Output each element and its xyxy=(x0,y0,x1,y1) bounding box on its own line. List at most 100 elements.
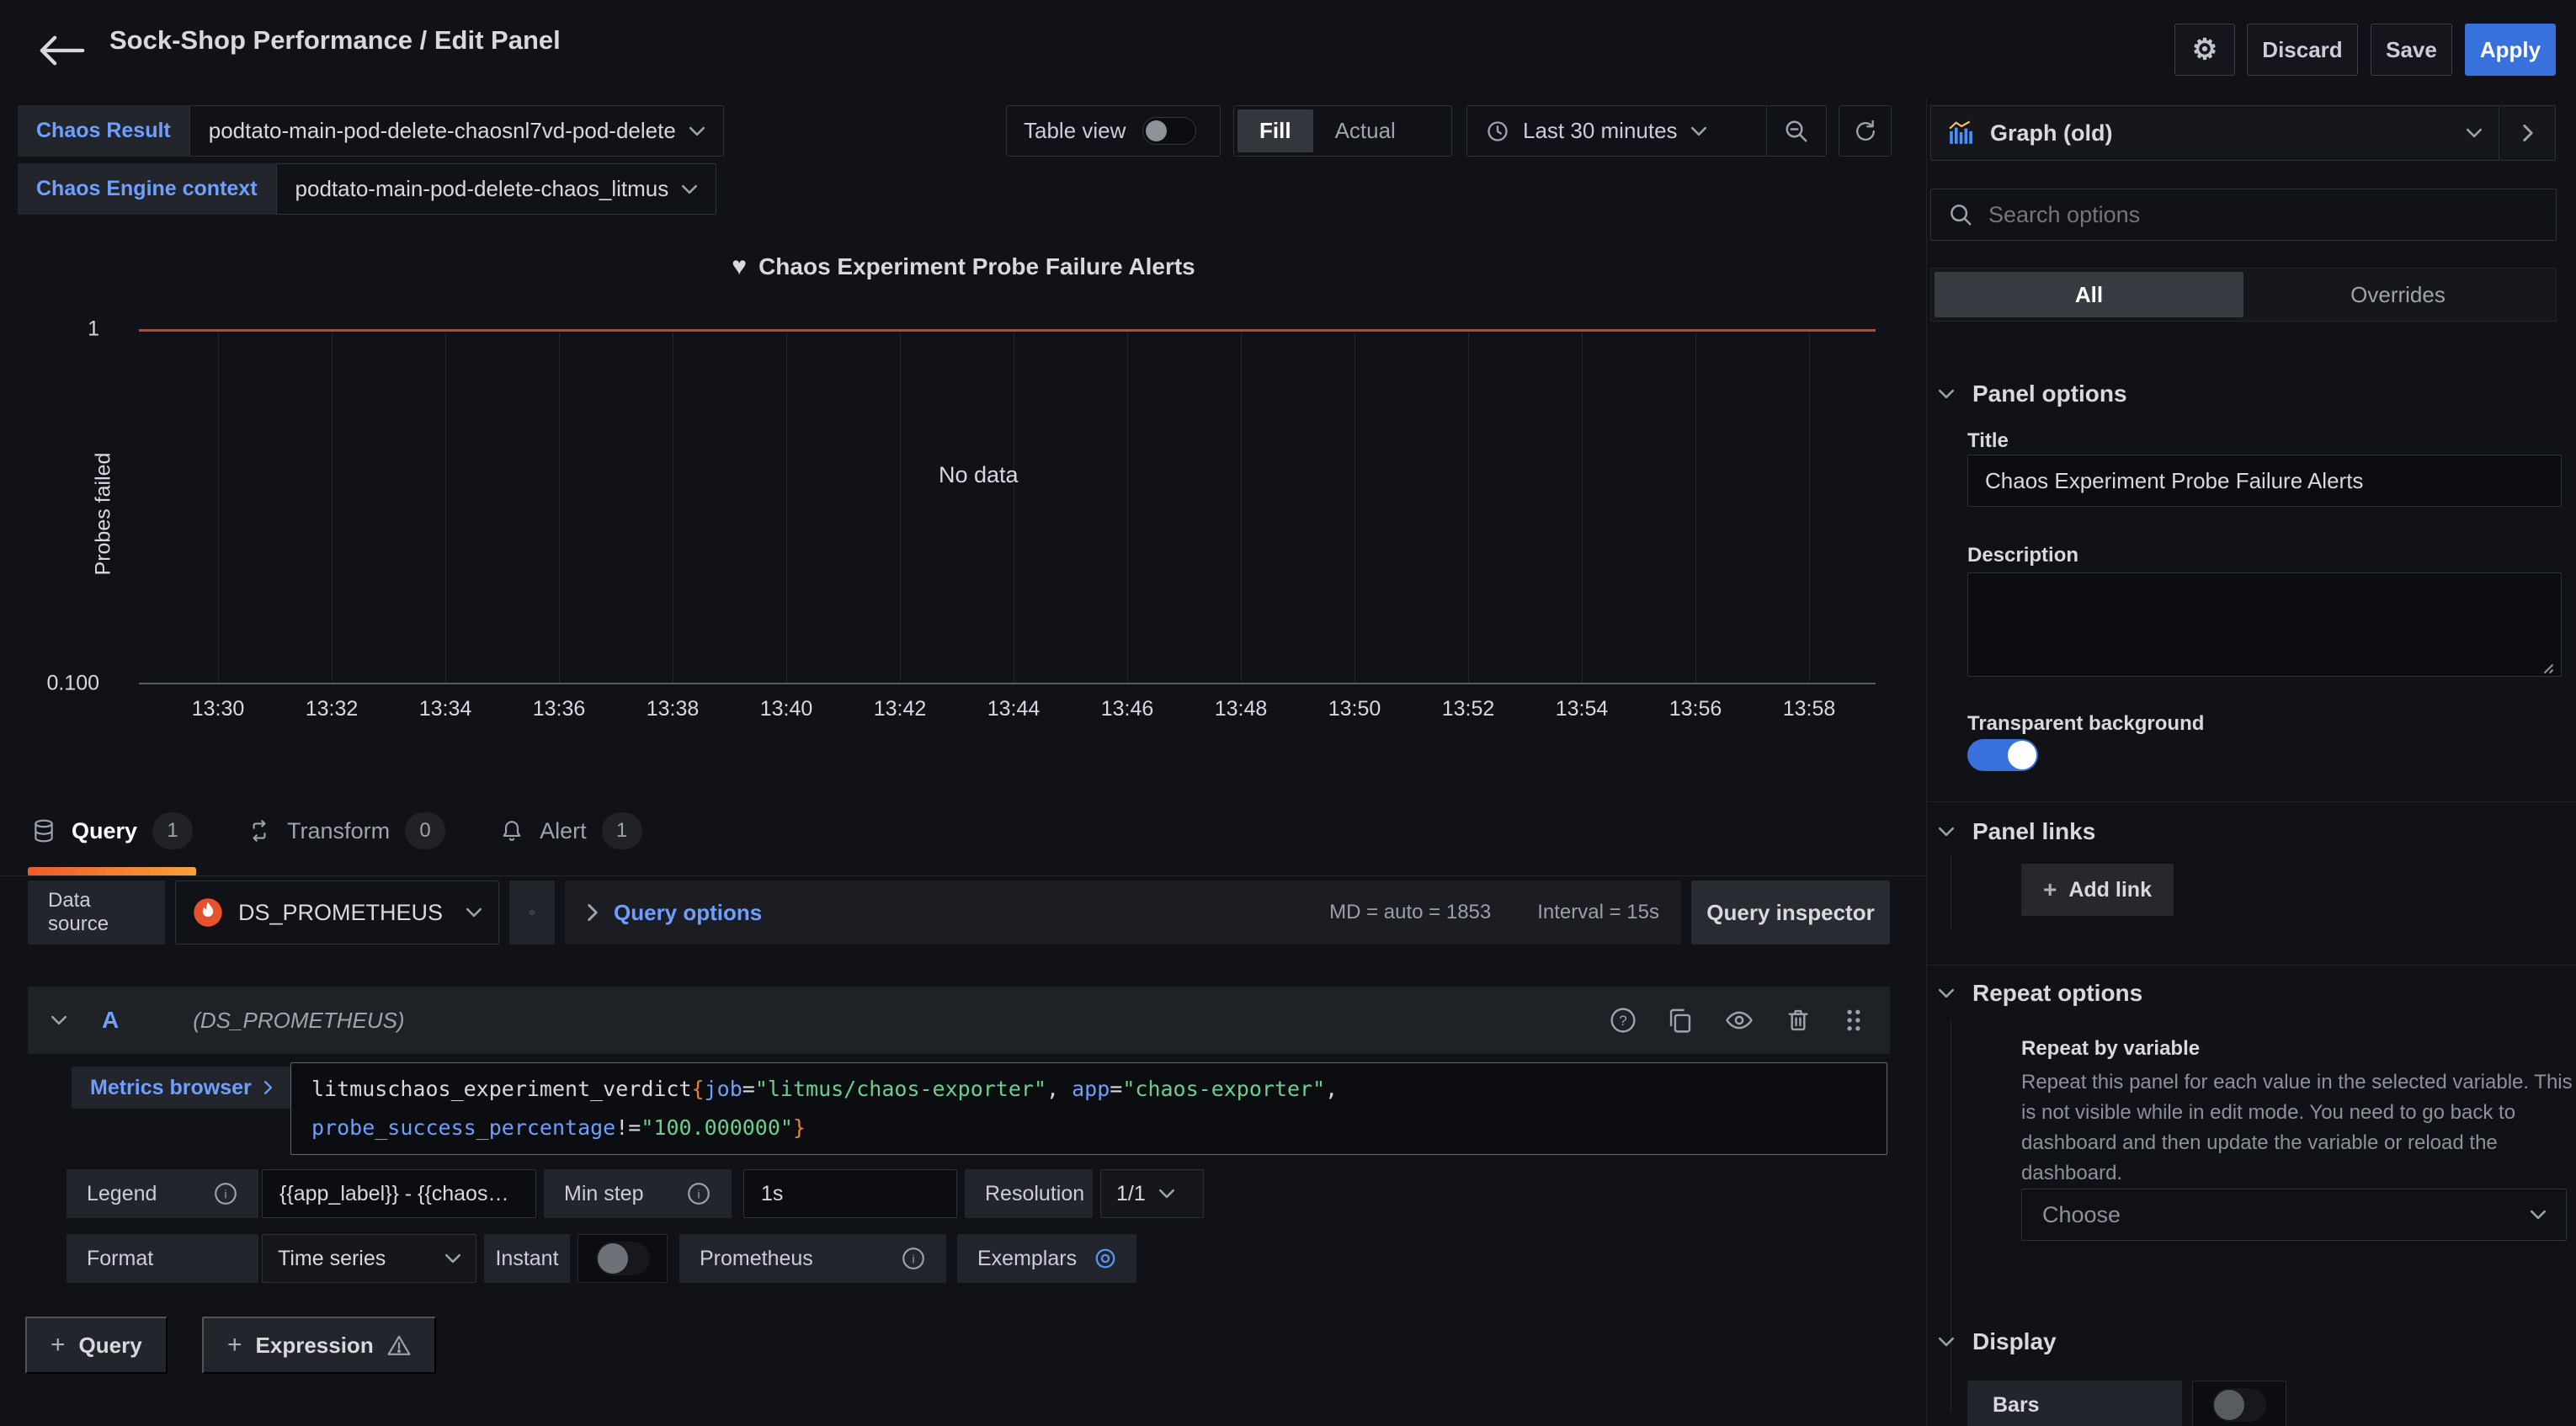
x-tick-label: 13:46 xyxy=(1101,697,1154,721)
chevron-down-icon xyxy=(1939,389,1954,399)
query-a-header[interactable]: A (DS_PROMETHEUS) ? xyxy=(28,987,1890,1054)
time-range-picker[interactable]: Last 30 minutes xyxy=(1467,106,1767,156)
promql-token: "litmus/chaos-exporter" xyxy=(755,1077,1046,1101)
repeat-variable-select[interactable]: Choose xyxy=(2021,1189,2567,1241)
toggle-query-visibility-button[interactable] xyxy=(1723,1006,1755,1035)
table-view-toggle[interactable] xyxy=(1142,117,1196,145)
options-tab-overrides[interactable]: Overrides xyxy=(2243,272,2552,317)
datasource-select[interactable]: DS_PROMETHEUS xyxy=(175,881,499,944)
zoom-out-button[interactable] xyxy=(1767,106,1826,156)
x-tick-label: 13:52 xyxy=(1442,697,1495,721)
chevron-down-icon xyxy=(445,1253,460,1264)
metrics-browser-button[interactable]: Metrics browser xyxy=(72,1067,291,1109)
chevron-down-icon xyxy=(1691,126,1706,136)
min-step-input[interactable]: 1s xyxy=(743,1169,957,1218)
trash-icon xyxy=(1784,1006,1812,1035)
repeat-by-variable-label: Repeat by variable xyxy=(2021,1037,2200,1061)
actual-option[interactable]: Actual xyxy=(1313,109,1418,152)
back-arrow-icon[interactable] xyxy=(39,32,86,69)
delete-query-button[interactable] xyxy=(1784,1006,1812,1035)
chevron-down-icon xyxy=(682,184,697,194)
svg-text:?: ? xyxy=(1619,1013,1626,1029)
panel-options-section-header[interactable]: Panel options xyxy=(1939,380,2127,407)
resolution-label-box: Resolution xyxy=(965,1169,1093,1218)
promql-expression-input[interactable]: litmuschaos_experiment_verdict{job="litm… xyxy=(290,1062,1887,1155)
variable-value-chaos-engine-context[interactable]: podtato-main-pod-delete-chaos_litmus xyxy=(276,163,717,215)
gridline xyxy=(1127,329,1128,684)
promql-token: } xyxy=(793,1115,806,1140)
y-axis-tick-1: 1 xyxy=(88,317,99,342)
resolution-select[interactable]: 1/1 xyxy=(1100,1169,1204,1218)
format-select[interactable]: Time series xyxy=(262,1234,476,1283)
instant-label: Instant xyxy=(495,1247,558,1271)
panel-links-section-header[interactable]: Panel links xyxy=(1939,818,2095,845)
display-section-header[interactable]: Display xyxy=(1939,1328,2057,1355)
discard-button[interactable]: Discard xyxy=(2247,24,2358,76)
variable-label-chaos-result[interactable]: Chaos Result xyxy=(18,105,189,157)
panel-title-input[interactable] xyxy=(1967,455,2562,507)
exemplars-bullseye-icon[interactable] xyxy=(1077,1245,1119,1272)
panel-settings-gear-button[interactable]: ⚙ xyxy=(2174,24,2235,76)
add-query-button[interactable]: + Query xyxy=(25,1317,168,1374)
chevron-down-icon xyxy=(2531,1210,2546,1220)
refresh-button[interactable] xyxy=(1839,105,1892,157)
add-expression-button[interactable]: + Expression xyxy=(202,1317,436,1374)
gridline xyxy=(786,329,787,684)
drag-query-handle[interactable] xyxy=(1841,1006,1866,1035)
datasource-row: Data source DS_PROMETHEUS ? Query option… xyxy=(28,881,1890,944)
svg-text:i: i xyxy=(697,1187,700,1200)
time-range-label: Last 30 minutes xyxy=(1523,118,1678,144)
eye-icon xyxy=(1723,1006,1755,1035)
instant-toggle[interactable] xyxy=(596,1242,650,1275)
toggle-viz-panel-button[interactable] xyxy=(2500,105,2556,161)
tab-transform[interactable]: Transform 0 xyxy=(243,795,449,867)
datasource-help-button[interactable]: ? xyxy=(509,881,555,944)
tab-query-label: Query xyxy=(72,818,137,844)
chart-plot-area[interactable]: 13:3013:3213:3413:3613:3813:4013:4213:44… xyxy=(139,329,1876,684)
interval-text: Interval = 15s xyxy=(1537,901,1659,924)
tab-query[interactable]: Query 1 xyxy=(28,795,196,867)
query-inspector-button[interactable]: Query inspector xyxy=(1691,881,1890,944)
tab-alert-count-badge: 1 xyxy=(602,812,642,849)
query-options-toggle[interactable]: Query options xyxy=(614,900,762,926)
legend-format-input[interactable]: {{app_label}} - {{chaos… xyxy=(262,1169,536,1218)
duplicate-query-button[interactable] xyxy=(1666,1006,1695,1035)
visualization-picker[interactable]: Graph (old) xyxy=(1930,105,2499,161)
options-tab-all[interactable]: All xyxy=(1935,272,2243,317)
panel-description-textarea[interactable] xyxy=(1967,572,2562,677)
gridline xyxy=(1809,329,1810,684)
promql-token: != xyxy=(615,1115,641,1140)
tab-query-count-badge: 1 xyxy=(152,812,193,849)
max-datapoints-text: MD = auto = 1853 xyxy=(1329,901,1491,924)
promql-token: = xyxy=(1110,1077,1122,1101)
query-datasource-name: (DS_PROMETHEUS) xyxy=(193,1008,404,1034)
grafana-edit-panel: Sock-Shop Performance / Edit Panel ⚙ Dis… xyxy=(0,0,2576,1426)
info-icon: i xyxy=(886,1246,926,1271)
metrics-browser-label: Metrics browser xyxy=(90,1076,252,1100)
variable-label-chaos-engine-context[interactable]: Chaos Engine context xyxy=(18,163,276,215)
bars-toggle[interactable] xyxy=(2212,1388,2266,1422)
save-button[interactable]: Save xyxy=(2371,24,2452,76)
variable-value-chaos-result[interactable]: podtato-main-pod-delete-chaosnl7vd-pod-d… xyxy=(189,105,724,157)
gridline xyxy=(900,329,901,684)
chart-panel-title[interactable]: ♥Chaos Experiment Probe Failure Alerts xyxy=(0,253,1927,281)
tab-alert[interactable]: Alert 1 xyxy=(496,795,646,867)
format-label-box: Format xyxy=(67,1234,258,1283)
transparent-background-toggle[interactable] xyxy=(1967,739,2038,771)
bell-icon xyxy=(499,818,524,843)
svg-text:i: i xyxy=(912,1252,914,1265)
query-help-button[interactable]: ? xyxy=(1609,1006,1637,1035)
fill-option[interactable]: Fill xyxy=(1237,109,1313,152)
options-search-input[interactable] xyxy=(1988,202,2539,228)
page-title: Sock-Shop Performance / Edit Panel xyxy=(109,25,561,56)
table-view-control: Table view xyxy=(1006,105,1221,157)
gridline xyxy=(1241,329,1242,684)
repeat-options-section-header[interactable]: Repeat options xyxy=(1939,980,2142,1007)
gear-icon: ⚙ xyxy=(2192,33,2217,67)
drag-handle-icon xyxy=(1841,1006,1866,1035)
promql-token: litmuschaos_experiment_verdict xyxy=(311,1077,692,1101)
gridline xyxy=(445,329,446,684)
apply-button[interactable]: Apply xyxy=(2465,24,2556,76)
add-link-button[interactable]: + Add link xyxy=(2021,864,2174,916)
x-tick-label: 13:40 xyxy=(760,697,813,721)
